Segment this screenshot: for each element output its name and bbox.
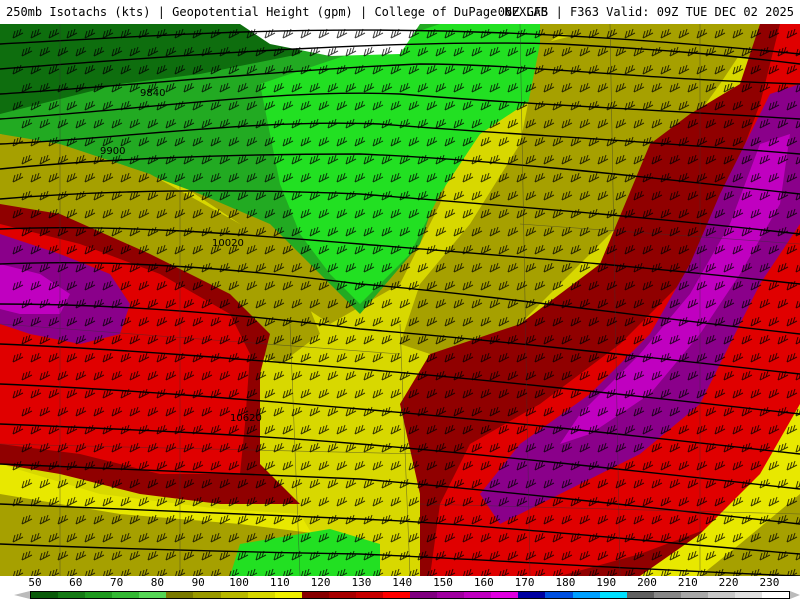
scale-tick-label: 230 [759, 576, 780, 589]
scale-tick-label: 120 [310, 576, 331, 589]
scale-tick-label: 60 [69, 576, 83, 589]
scale-tick-label: 70 [109, 576, 124, 589]
scale-tick-label: 190 [596, 576, 617, 589]
scale-color-swatch [653, 592, 681, 598]
scale-color-swatch [85, 592, 113, 598]
scale-bar [30, 591, 790, 599]
scale-tick-label: 80 [150, 576, 165, 589]
scale-tick-label: 160 [473, 576, 494, 589]
scale-color-swatch [572, 592, 600, 598]
scale-color-swatch [139, 592, 167, 598]
contour-label-9840: 9840 [140, 88, 165, 99]
scale-color-swatch [680, 592, 708, 598]
scale-color-swatch [301, 592, 329, 598]
scale-tick-label: 140 [392, 576, 413, 589]
model-run-info: 06Z GFS | F363 Valid: 09Z TUE DEC 02 202… [497, 5, 794, 19]
scale-color-swatch [328, 592, 356, 598]
map-title: 250mb Isotachs (kts) | Geopotential Heig… [6, 5, 548, 19]
scale-tick-label: 50 [28, 576, 42, 589]
scale-tick-label: 180 [555, 576, 576, 589]
contour-label-10620: 10620 [230, 413, 262, 424]
scale-color-swatch [491, 592, 519, 598]
scale-color-swatch [247, 592, 275, 598]
scale-tick-label: 150 [433, 576, 453, 589]
scale-color-swatch [626, 592, 654, 598]
scale-color-swatch [193, 592, 221, 598]
scale-color-swatch [383, 592, 411, 598]
scale-tick-label: 130 [351, 576, 372, 589]
isotach-map: 9840 9900 10020 10620 [0, 24, 800, 576]
scale-arrow-right [790, 591, 800, 599]
scale-color-swatch [545, 592, 573, 598]
scale-color-swatch [112, 592, 140, 598]
scale-color-swatch [58, 592, 86, 598]
scale-tick-label: 110 [269, 576, 290, 589]
scale-color-swatch [599, 592, 627, 598]
scale-color-swatch [166, 592, 194, 598]
scale-color-swatch [410, 592, 438, 598]
scale-color-swatch [707, 592, 736, 598]
scale-tick-label: 90 [191, 576, 205, 589]
scale-tick-label: 170 [514, 576, 535, 589]
contour-label-10020: 10020 [212, 238, 244, 249]
scale-color-swatch [735, 592, 763, 598]
weather-map-window: 250mb Isotachs (kts) | Geopotential Heig… [0, 0, 800, 600]
scale-labels: 50 60 70 80 90 100 110 120 130 140 150 160 170 180 190… [0, 576, 800, 590]
scale-color-swatch [464, 592, 492, 598]
scale-tick-label: 210 [677, 576, 698, 589]
scale-color-swatch [355, 592, 384, 598]
scale-color-swatch [762, 592, 790, 598]
scale-arrow-left [14, 591, 30, 599]
scale-tick-label: 220 [718, 576, 739, 589]
scale-color-swatch [220, 592, 248, 598]
contour-label-9900: 9900 [100, 146, 125, 157]
scale-tick-label: 100 [229, 576, 249, 589]
scale-color-swatch [274, 592, 302, 598]
scale-color-swatch [437, 592, 465, 598]
map-header: 250mb Isotachs (kts) | Geopotential Heig… [0, 0, 800, 25]
isotach-color-scale: 50 60 70 80 90 100 110 120 130 140 150 160 170 180 190… [0, 576, 800, 600]
scale-color-swatch [518, 592, 546, 598]
scale-color-swatch [31, 592, 59, 598]
scale-tick-label: 200 [637, 576, 657, 589]
map-svg: 9840 9900 10020 10620 [0, 24, 800, 576]
